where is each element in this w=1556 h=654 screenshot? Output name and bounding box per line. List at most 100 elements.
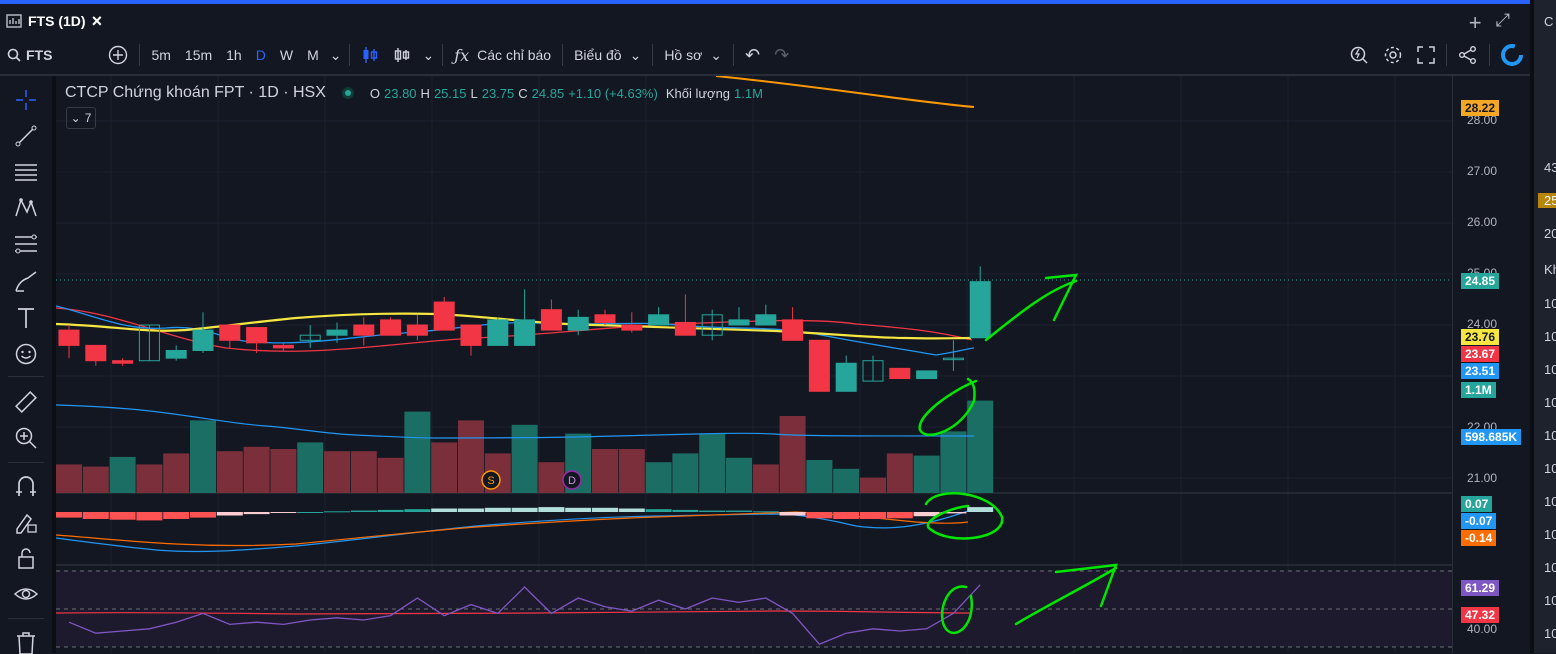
settings-button[interactable]: [1376, 40, 1410, 70]
magnet-icon[interactable]: [14, 474, 38, 498]
macd-bar: [243, 512, 270, 515]
redo-icon: ↷: [774, 44, 790, 65]
indicators-label: Các chỉ báo: [477, 47, 552, 63]
volume-bar: [860, 477, 886, 493]
watchlist-item[interactable]: 10: [1544, 296, 1556, 311]
price-tag: 47.32: [1461, 607, 1500, 623]
add-icon[interactable]: +: [1469, 10, 1482, 36]
chevron-down-icon[interactable]: ⌄: [326, 40, 346, 70]
macd-bar: [860, 512, 886, 519]
close-icon[interactable]: ×: [92, 11, 103, 32]
watchlist-item[interactable]: C: [1544, 14, 1553, 29]
watchlist-item[interactable]: 10: [1544, 626, 1556, 641]
candle: [540, 299, 562, 331]
function-icon: ƒx: [454, 45, 470, 65]
watchlist-item[interactable]: 10: [1544, 428, 1556, 443]
macd-bar: [270, 512, 297, 513]
crosshair-icon[interactable]: [14, 88, 38, 112]
watchlist-item[interactable]: 10: [1544, 494, 1556, 509]
watchlist-item[interactable]: 43: [1544, 160, 1556, 175]
volume-bar: [913, 455, 940, 493]
tick-26: 26.00: [1467, 215, 1498, 229]
macd-bar: [431, 508, 458, 512]
watchlist-item[interactable]: 10: [1544, 362, 1556, 377]
chevron-down-icon: ⌄: [629, 46, 642, 63]
watchlist-item[interactable]: 10: [1544, 560, 1556, 575]
lock-drawing-icon[interactable]: [14, 510, 38, 534]
volume-value: 1.1M: [734, 85, 763, 101]
expand-icon[interactable]: ⤢: [1496, 10, 1510, 36]
brand-logo-button[interactable]: [1494, 40, 1530, 70]
price-chart[interactable]: S D: [56, 76, 1452, 653]
close-key: C: [518, 85, 528, 101]
marker-d-label: D: [568, 475, 576, 487]
zoom-in-icon[interactable]: [14, 426, 38, 450]
bar-style-button[interactable]: [386, 40, 418, 70]
price-axis[interactable]: 28.00 27.00 26.00 25.00 24.00 22.00 21.0…: [1452, 76, 1531, 653]
emoji-icon[interactable]: [14, 342, 38, 366]
quick-search-button[interactable]: [1342, 40, 1376, 70]
trash-icon[interactable]: [14, 630, 38, 654]
eye-icon[interactable]: [14, 582, 38, 606]
watchlist-item[interactable]: 10: [1544, 329, 1556, 344]
candle: [487, 317, 509, 346]
watchlist-item[interactable]: Kh: [1544, 262, 1556, 277]
interval-m[interactable]: M: [300, 40, 326, 70]
horizontal-lines-icon[interactable]: [14, 160, 38, 184]
ruler-icon[interactable]: [14, 390, 38, 414]
fullscreen-button[interactable]: [1410, 40, 1442, 70]
pattern-icon[interactable]: [14, 196, 38, 220]
price-tag: 598.685K: [1461, 429, 1522, 445]
marker-s-label: S: [487, 475, 494, 487]
trend-line-icon[interactable]: [14, 124, 38, 148]
interval-15m[interactable]: 15m: [178, 40, 219, 70]
volume-bar: [940, 431, 967, 493]
volume-bar: [190, 420, 216, 493]
indicators-button[interactable]: ƒx Các chỉ báo: [447, 40, 558, 70]
price-tag: 24.85: [1461, 273, 1500, 289]
chart-type-label: Biểu đồ: [574, 47, 622, 63]
watchlist-item[interactable]: 25: [1538, 193, 1556, 208]
high-value: 25.15: [433, 85, 467, 101]
watchlist-item[interactable]: 10: [1544, 527, 1556, 542]
watchlist-item[interactable]: 20: [1544, 226, 1556, 241]
text-icon[interactable]: [14, 306, 38, 330]
tab-title: FTS (1D): [28, 13, 86, 29]
interval-1h[interactable]: 1h: [219, 40, 249, 70]
undo-button[interactable]: ↶: [738, 40, 767, 70]
macd-bar: [833, 512, 860, 519]
volume-bar: [618, 449, 645, 493]
symbol-search[interactable]: FTS: [0, 40, 59, 70]
indicator-collapse-button[interactable]: ⌄ 7: [66, 107, 96, 129]
annotation-circle-2: [924, 492, 1004, 540]
fib-retracement-icon[interactable]: [14, 232, 38, 256]
redo-button[interactable]: ↷: [767, 40, 796, 70]
price-tag: 61.29: [1461, 580, 1500, 596]
compare-button[interactable]: [101, 40, 135, 70]
chart-tab[interactable]: FTS (1D) ×: [6, 10, 102, 32]
watchlist-item[interactable]: 10: [1544, 461, 1556, 476]
tick-21: 21.00: [1467, 471, 1498, 485]
open-value: 23.80: [384, 85, 417, 101]
watchlist-item[interactable]: 10: [1544, 395, 1556, 410]
chart-type-button[interactable]: Biểu đồ ⌄: [567, 40, 648, 70]
lock-icon[interactable]: [14, 546, 38, 570]
macd-bar: [699, 510, 726, 512]
profile-button[interactable]: Hồ sơ ⌄: [657, 40, 729, 70]
annotation-arrow-1: [984, 273, 1079, 342]
interval-w[interactable]: W: [273, 40, 300, 70]
volume-bar: [56, 464, 82, 493]
price-tag: 1.1M: [1461, 382, 1496, 398]
interval-d[interactable]: D: [249, 40, 273, 70]
watchlist-item[interactable]: 10: [1544, 593, 1556, 608]
macd-bar: [752, 511, 779, 513]
volume-bar: [270, 449, 297, 493]
share-button[interactable]: [1451, 40, 1485, 70]
candles-button[interactable]: [354, 40, 386, 70]
macd-bar: [592, 507, 618, 512]
price-tag: -0.14: [1461, 530, 1497, 546]
chevron-down-icon[interactable]: ⌄: [418, 40, 438, 70]
candle: [916, 370, 938, 380]
interval-5m[interactable]: 5m: [144, 40, 177, 70]
brush-icon[interactable]: [14, 270, 38, 294]
